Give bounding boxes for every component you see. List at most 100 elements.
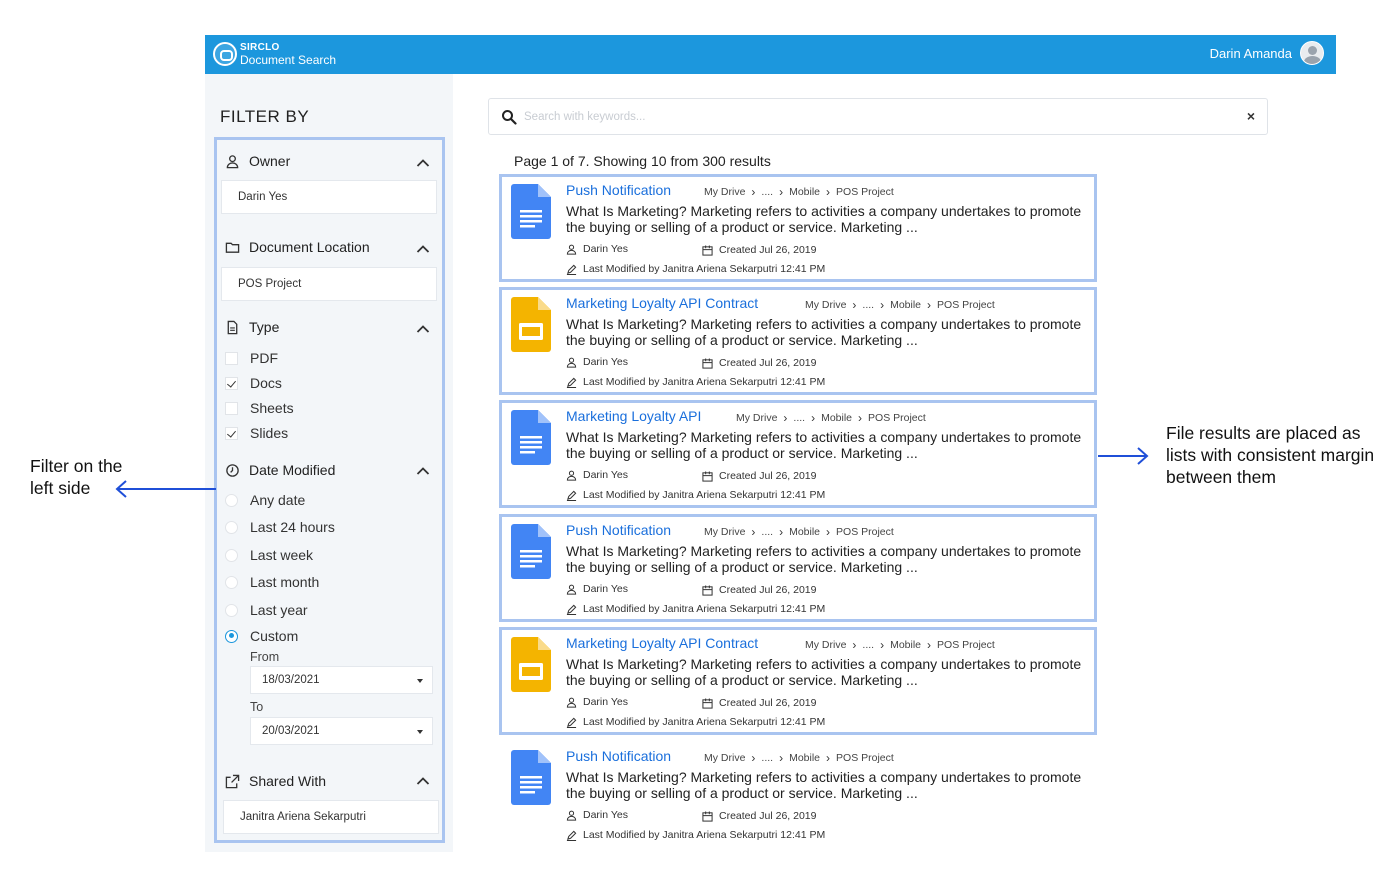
result-card[interactable]: Push Notification My Drive ›.... › Mobile › PO… bbox=[499, 174, 1097, 282]
type-option-label: PDF bbox=[250, 350, 278, 366]
checkbox[interactable] bbox=[225, 351, 238, 365]
result-owner: Darin Yes bbox=[566, 696, 628, 708]
date-option-5[interactable]: Custom bbox=[225, 628, 298, 644]
breadcrumb-item[interactable]: POS Project bbox=[836, 186, 894, 198]
result-card[interactable]: Marketing Loyalty API Contract My Drive ›.… bbox=[499, 627, 1097, 735]
date-option-4[interactable]: Last year bbox=[225, 602, 308, 618]
created-date: Created Jul 26, 2019 bbox=[719, 697, 817, 709]
result-card[interactable]: Marketing Loyalty API Contract My Drive ›.… bbox=[499, 287, 1097, 395]
type-option-3[interactable]: Slides bbox=[225, 425, 288, 441]
type-option-1[interactable]: Docs bbox=[225, 375, 282, 391]
chevron-up-icon[interactable] bbox=[416, 244, 430, 254]
shared-section-header[interactable]: Shared With bbox=[225, 773, 326, 789]
owner-field[interactable]: Darin Yes bbox=[221, 180, 437, 214]
breadcrumb-item[interactable]: My Drive bbox=[704, 752, 745, 764]
checkbox[interactable] bbox=[225, 376, 238, 390]
breadcrumb-item[interactable]: POS Project bbox=[937, 299, 995, 311]
breadcrumb-item[interactable]: Mobile bbox=[789, 186, 820, 198]
created-date: Created Jul 26, 2019 bbox=[719, 244, 817, 256]
breadcrumb-item[interactable]: POS Project bbox=[836, 526, 894, 538]
breadcrumb-item[interactable]: Mobile bbox=[789, 752, 820, 764]
result-title-link[interactable]: Marketing Loyalty API bbox=[566, 408, 701, 424]
google-slides-icon bbox=[511, 637, 551, 692]
date-option-0[interactable]: Any date bbox=[225, 492, 305, 508]
result-title-link[interactable]: Marketing Loyalty API Contract bbox=[566, 635, 758, 651]
breadcrumb-item[interactable]: .... bbox=[862, 639, 874, 651]
result-card[interactable]: Marketing Loyalty API My Drive ›.... › Mobil… bbox=[499, 400, 1097, 508]
arrow-right-icon bbox=[1098, 447, 1149, 465]
breadcrumb-item[interactable]: POS Project bbox=[868, 412, 926, 424]
date-option-3[interactable]: Last month bbox=[225, 574, 319, 590]
breadcrumb: My Drive ›.... › Mobile › POS Project bbox=[704, 751, 894, 765]
to-date-select[interactable]: 20/03/2021 bbox=[250, 717, 433, 745]
owner-section-header[interactable]: Owner bbox=[225, 153, 290, 169]
breadcrumb-item[interactable]: Mobile bbox=[821, 412, 852, 424]
breadcrumb-item[interactable]: My Drive bbox=[736, 412, 777, 424]
type-option-2[interactable]: Sheets bbox=[225, 400, 294, 416]
chevron-up-icon[interactable] bbox=[416, 324, 430, 334]
type-option-label: Sheets bbox=[250, 400, 294, 416]
radio-button[interactable] bbox=[225, 603, 238, 617]
radio-button[interactable] bbox=[225, 629, 238, 643]
radio-button[interactable] bbox=[225, 493, 238, 507]
result-description: What Is Marketing? Marketing refers to a… bbox=[566, 656, 1082, 688]
search-input[interactable] bbox=[524, 107, 1224, 127]
result-title-link[interactable]: Push Notification bbox=[566, 182, 671, 198]
breadcrumb-item[interactable]: Mobile bbox=[890, 639, 921, 651]
breadcrumb-item[interactable]: .... bbox=[862, 299, 874, 311]
radio-button[interactable] bbox=[225, 520, 238, 534]
checkbox[interactable] bbox=[225, 401, 238, 415]
date-option-2[interactable]: Last week bbox=[225, 547, 313, 563]
location-section-header[interactable]: Document Location bbox=[225, 239, 370, 255]
from-date-select[interactable]: 18/03/2021 bbox=[250, 666, 433, 694]
result-title-link[interactable]: Push Notification bbox=[566, 748, 671, 764]
breadcrumb-item[interactable]: .... bbox=[761, 526, 773, 538]
modified-info: Last Modified by Janitra Ariena Sekarput… bbox=[583, 603, 826, 615]
result-created: Created Jul 26, 2019 bbox=[702, 357, 816, 369]
radio-button[interactable] bbox=[225, 575, 238, 589]
result-title-link[interactable]: Marketing Loyalty API Contract bbox=[566, 295, 758, 311]
result-card[interactable]: Push Notification My Drive ›.... › Mobile › PO… bbox=[499, 514, 1097, 622]
breadcrumb-item[interactable]: POS Project bbox=[836, 752, 894, 764]
pencil-icon bbox=[566, 830, 577, 841]
result-title-link[interactable]: Push Notification bbox=[566, 522, 671, 538]
chevron-up-icon[interactable] bbox=[416, 776, 430, 786]
breadcrumb-item[interactable]: My Drive bbox=[704, 186, 745, 198]
date-section-header[interactable]: Date Modified bbox=[225, 462, 335, 478]
breadcrumb-item[interactable]: .... bbox=[761, 752, 773, 764]
type-section-header[interactable]: Type bbox=[225, 319, 279, 335]
breadcrumb-item[interactable]: Mobile bbox=[890, 299, 921, 311]
location-field[interactable]: POS Project bbox=[221, 267, 437, 301]
breadcrumb-item[interactable]: My Drive bbox=[805, 639, 846, 651]
user-menu[interactable]: Darin Amanda bbox=[1210, 41, 1324, 65]
checkbox[interactable] bbox=[225, 426, 238, 440]
breadcrumb-item[interactable]: POS Project bbox=[937, 639, 995, 651]
breadcrumb-item[interactable]: .... bbox=[793, 412, 805, 424]
calendar-icon bbox=[702, 470, 713, 482]
sirclo-logo-icon[interactable] bbox=[213, 42, 237, 66]
result-card[interactable]: Push Notification My Drive ›.... › Mobile › PO… bbox=[499, 740, 1097, 848]
result-owner: Darin Yes bbox=[566, 243, 628, 255]
type-option-0[interactable]: PDF bbox=[225, 350, 278, 366]
breadcrumb-item[interactable]: My Drive bbox=[704, 526, 745, 538]
owner-label: Owner bbox=[249, 153, 291, 169]
avatar[interactable] bbox=[1300, 41, 1324, 65]
chevron-up-icon[interactable] bbox=[416, 158, 430, 168]
filter-title: FILTER BY bbox=[220, 107, 310, 126]
chevron-up-icon[interactable] bbox=[416, 466, 430, 476]
clear-search-icon[interactable]: × bbox=[1247, 108, 1255, 124]
radio-button[interactable] bbox=[225, 548, 238, 562]
shared-with-field[interactable]: Janitra Ariena Sekarputri bbox=[223, 800, 439, 834]
dropdown-arrow-icon bbox=[417, 730, 423, 734]
owner-name: Darin Yes bbox=[583, 809, 628, 821]
chevron-right-icon: › bbox=[826, 751, 831, 765]
date-option-label: Last year bbox=[250, 602, 308, 618]
date-option-1[interactable]: Last 24 hours bbox=[225, 519, 335, 535]
breadcrumb: My Drive ›.... › Mobile › POS Project bbox=[704, 185, 894, 199]
breadcrumb-item[interactable]: Mobile bbox=[789, 526, 820, 538]
date-option-label: Last week bbox=[250, 547, 314, 563]
date-option-label: Last month bbox=[250, 574, 320, 590]
breadcrumb-item[interactable]: .... bbox=[761, 186, 773, 198]
breadcrumb-item[interactable]: My Drive bbox=[805, 299, 846, 311]
owner-name: Darin Yes bbox=[583, 356, 628, 368]
